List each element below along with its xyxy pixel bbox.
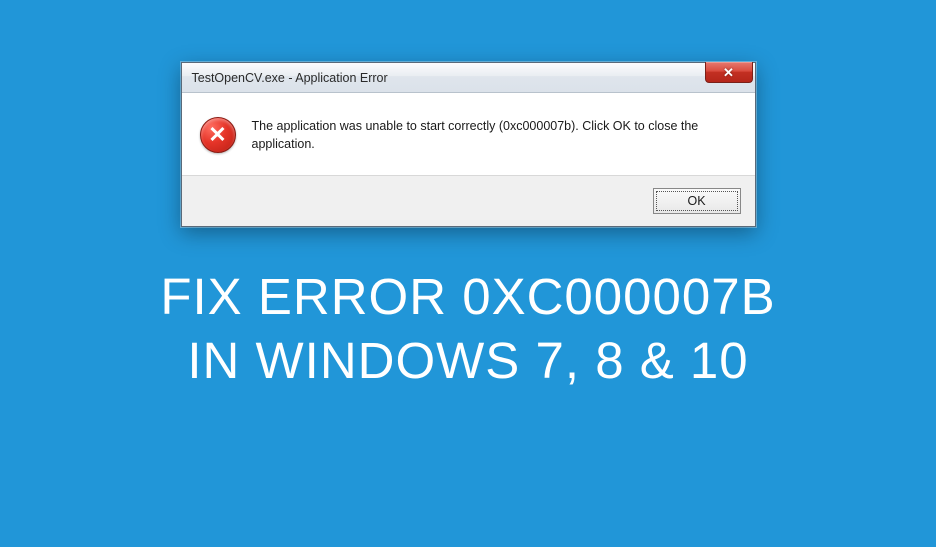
headline-line-1: FIX ERROR 0XC000007B <box>0 265 936 329</box>
dialog-message: The application was unable to start corr… <box>252 115 737 153</box>
page-headline: FIX ERROR 0XC000007B IN WINDOWS 7, 8 & 1… <box>0 265 936 393</box>
dialog-body: ✕ The application was unable to start co… <box>182 93 755 176</box>
titlebar: TestOpenCV.exe - Application Error ✕ <box>182 63 755 93</box>
dialog-footer: OK <box>182 176 755 226</box>
error-icon: ✕ <box>200 117 236 153</box>
error-dialog: TestOpenCV.exe - Application Error ✕ ✕ T… <box>181 62 756 227</box>
error-x-icon: ✕ <box>208 124 226 146</box>
close-icon: ✕ <box>723 66 734 79</box>
ok-button[interactable]: OK <box>653 188 741 214</box>
window-title: TestOpenCV.exe - Application Error <box>192 71 388 85</box>
headline-line-2: IN WINDOWS 7, 8 & 10 <box>0 329 936 393</box>
close-button[interactable]: ✕ <box>705 62 753 83</box>
